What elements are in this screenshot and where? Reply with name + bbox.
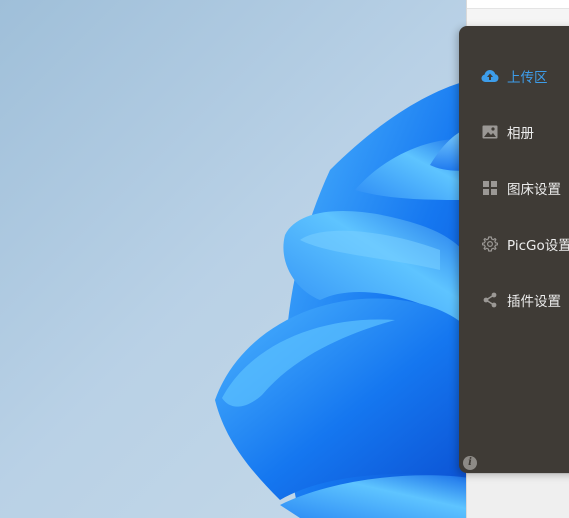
sidebar-item-upload[interactable]: 上传区	[459, 56, 569, 96]
sidebar-item-picgo-settings[interactable]: PicGo设置	[459, 224, 569, 264]
sidebar-item-label: 图床设置	[507, 182, 561, 198]
info-icon[interactable]: i	[463, 456, 477, 470]
image-icon	[481, 123, 499, 141]
sidebar: 上传区 相册 图床设置 PicGo设置 插件设置 i	[459, 26, 569, 473]
sidebar-item-gallery[interactable]: 相册	[459, 112, 569, 152]
window-footer	[467, 473, 569, 518]
window-title-bar	[467, 0, 569, 9]
share-icon	[481, 291, 499, 309]
sidebar-item-label: 上传区	[507, 70, 548, 86]
sidebar-item-label: 相册	[507, 126, 534, 142]
cloud-upload-icon	[481, 67, 499, 85]
gear-icon	[481, 235, 499, 253]
sidebar-item-picbed-settings[interactable]: 图床设置	[459, 168, 569, 208]
sidebar-item-label: PicGo设置	[507, 238, 569, 254]
sidebar-item-label: 插件设置	[507, 294, 561, 310]
grid-icon	[481, 179, 499, 197]
sidebar-item-plugin-settings[interactable]: 插件设置	[459, 280, 569, 320]
